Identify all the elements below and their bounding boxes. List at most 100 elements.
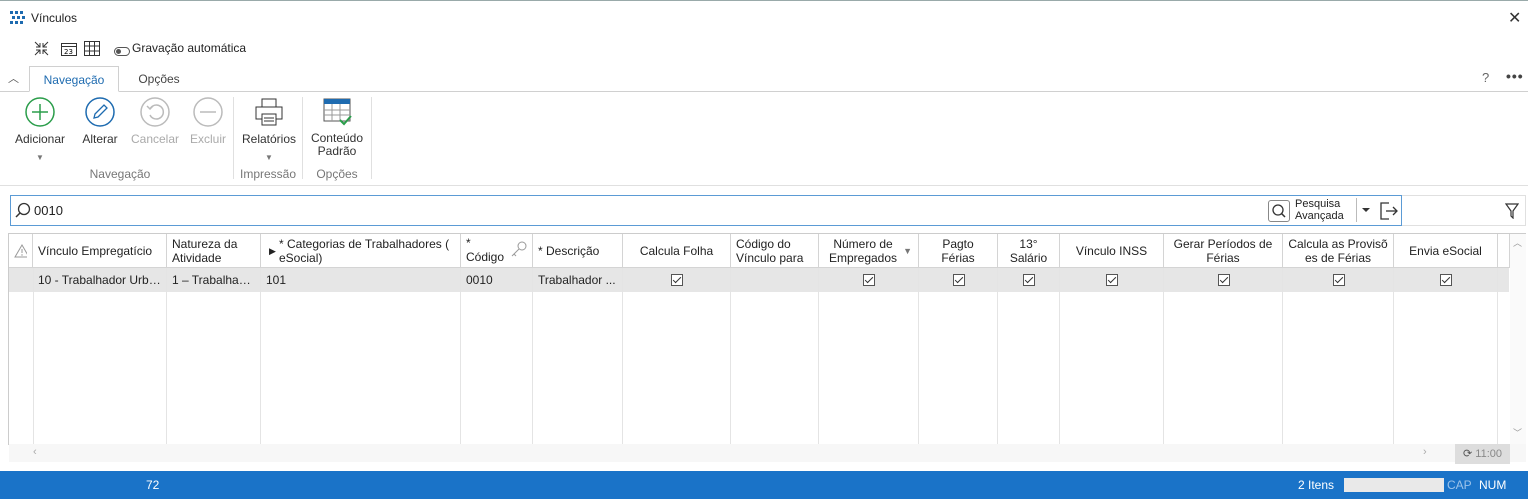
scroll-down-icon[interactable]: ﹀ [1513,426,1522,439]
cell-categoria[interactable]: 101 [261,268,461,292]
checkbox-checked[interactable] [1217,274,1230,286]
column-divider [918,268,919,444]
calendar-icon[interactable]: 23 [61,41,77,59]
column-header-label: * Código [466,236,505,264]
undo-icon [140,97,170,127]
checkbox-checked[interactable] [1023,274,1035,286]
cell-calcula-folha[interactable] [623,268,731,292]
filter-icon[interactable] [1504,203,1520,222]
column-header[interactable]: * Descrição [533,234,623,268]
refresh-time: 11:00 [1475,448,1502,460]
expand-icon[interactable]: ▶ [269,244,276,258]
column-header[interactable]: Envia eSocial [1394,234,1498,268]
reports-button[interactable]: Relatórios [239,96,299,146]
checkbox-checked[interactable] [863,274,875,286]
column-divider [818,268,819,444]
cell-vinculo[interactable]: 10 - Trabalhador Urba... [33,268,167,292]
cell-numero-empregados[interactable] [819,268,919,292]
scroll-right-icon[interactable]: › [1423,446,1427,458]
cell-envia-esocial[interactable] [1394,268,1498,292]
title-bar [0,0,1528,36]
column-header[interactable]: Vínculo INSS [1060,234,1164,268]
group-label-opcoes: Opções [316,167,358,181]
checkbox-checked[interactable] [1440,274,1452,286]
status-bar: 72 2 Itens CAP NUM [0,471,1528,499]
column-divider [33,268,34,444]
search-input[interactable] [10,195,1402,226]
checkbox-checked[interactable] [952,274,965,286]
add-button[interactable]: Adicionar [10,96,70,146]
vertical-scrollbar[interactable]: ︿ ﹀ [1510,234,1526,444]
cell-natureza[interactable]: 1 – Trabalhado... [167,268,261,292]
default-content-label: Conteúdo Padrão [310,131,364,158]
delete-label: Excluir [189,132,226,146]
cancel-label: Cancelar [130,132,180,146]
cancel-button[interactable]: Cancelar [130,96,180,146]
cell-13-salario[interactable] [998,268,1060,292]
cell-gerar-periodos[interactable] [1164,268,1283,292]
column-header[interactable]: Pagto Férias [919,234,998,268]
magnifier-icon [1272,204,1286,218]
pencil-icon [85,97,115,127]
grid-settings-icon[interactable] [84,41,100,59]
toggle-icon[interactable] [114,45,130,59]
status-num-lock: NUM [1479,478,1507,492]
column-header-spacer [1498,234,1510,268]
cell-descricao[interactable]: Trabalhador ... [533,268,623,292]
window-title: Vínculos [31,11,78,25]
reports-dropdown-icon[interactable]: ▼ [265,153,273,162]
advanced-search-label[interactable]: Pesquisa Avançada [1295,198,1353,222]
column-header[interactable]: * Código [461,234,533,268]
column-header-label: Número de Empregados [828,236,898,265]
advanced-search-dropdown-icon[interactable] [1356,198,1374,222]
export-icon[interactable] [1379,201,1399,224]
checkbox-checked[interactable] [1332,274,1345,286]
column-header[interactable]: ▶ * Categorias de Trabalhadores ( eSocia… [261,234,461,268]
cell-vinculo-inss[interactable] [1060,268,1164,292]
scroll-left-icon[interactable]: ‹ [33,446,37,458]
column-header[interactable]: Natureza da Atividade [167,234,261,268]
column-header[interactable]: 13° Salário [998,234,1060,268]
cell-pagto-ferias[interactable] [919,268,998,292]
column-header[interactable]: Código do Vínculo para [731,234,819,268]
column-header[interactable]: Número de Empregados ▼ [819,234,919,268]
tab-bar: Navegação Opções [0,66,1528,92]
edit-label: Alterar [82,132,118,146]
autosave-label[interactable]: Gravação automática [132,41,246,55]
default-content-button[interactable]: Conteúdo Padrão [307,96,367,158]
tab-opcoes[interactable]: Opções [124,66,194,92]
sort-desc-icon: ▼ [903,246,912,256]
scroll-up-icon[interactable]: ︿ [1513,236,1522,249]
status-number: 72 [146,478,160,492]
collapse-arrows-icon[interactable] [34,41,49,59]
column-header[interactable]: Calcula as Provisõ es de Férias [1283,234,1394,268]
checkbox-checked[interactable] [671,274,683,286]
chevron-up-icon[interactable]: ︿ [8,70,19,86]
horizontal-scrollbar[interactable]: ‹ › [9,444,1526,462]
column-header[interactable]: Calcula Folha [623,234,731,268]
delete-button[interactable]: Excluir [188,96,228,146]
add-dropdown-icon[interactable]: ▼ [36,153,44,162]
column-header[interactable]: Gerar Períodos de Férias [1164,234,1283,268]
advanced-search-button[interactable] [1268,200,1290,222]
column-header[interactable]: Vínculo Empregatício [33,234,167,268]
refresh-button[interactable]: ⟳ 11:00 [1455,444,1510,464]
cell-codigo-vinculo[interactable] [731,268,819,292]
edit-button[interactable]: Alterar [78,96,122,146]
key-icon [511,241,527,257]
cell-calcula-provisoes[interactable] [1283,268,1394,292]
status-progress [1344,478,1444,492]
search-value[interactable]: 0010 [34,203,63,218]
close-icon[interactable]: ✕ [1508,8,1521,28]
column-divider [730,268,731,444]
tab-navegacao[interactable]: Navegação [29,66,119,92]
status-item-count: 2 Itens [1298,478,1335,492]
checkbox-checked[interactable] [1106,274,1118,286]
more-icon[interactable]: ••• [1506,68,1524,84]
add-circle-icon [25,97,55,127]
help-icon[interactable]: ? [1482,70,1489,85]
svg-text:23: 23 [64,48,73,56]
cell-codigo[interactable]: 0010 [461,268,533,292]
warning-icon [14,243,27,257]
column-header-label: 13° Salário [1009,236,1048,265]
